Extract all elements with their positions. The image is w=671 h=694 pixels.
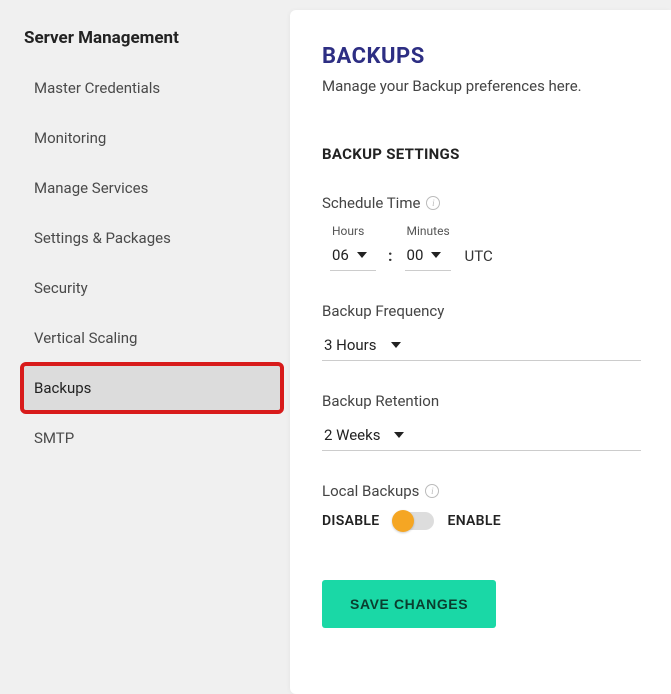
schedule-time-row: Hours 06 : Minutes 00 UTC [322, 224, 641, 271]
minutes-mini-label: Minutes [405, 224, 451, 238]
backup-retention-group: Backup Retention 2 Weeks [322, 391, 641, 451]
sidebar-item-settings-packages[interactable]: Settings & Packages [24, 216, 280, 260]
toggle-knob [392, 510, 414, 532]
chevron-down-icon [431, 252, 441, 258]
enable-label: ENABLE [448, 513, 501, 529]
info-icon[interactable]: i [426, 196, 440, 210]
sidebar-item-security[interactable]: Security [24, 266, 280, 310]
info-icon[interactable]: i [425, 484, 439, 498]
sidebar-item-manage-services[interactable]: Manage Services [24, 166, 280, 210]
local-backups-toggle[interactable] [394, 512, 434, 530]
save-changes-button[interactable]: SAVE CHANGES [322, 580, 496, 628]
backup-frequency-value: 3 Hours [324, 336, 377, 354]
schedule-time-label-text: Schedule Time [322, 194, 420, 212]
minutes-column: Minutes 00 [405, 224, 451, 271]
chevron-down-icon [391, 342, 401, 348]
minutes-select[interactable]: 00 [405, 242, 451, 271]
main-panel: BACKUPS Manage your Backup preferences h… [290, 10, 671, 694]
sidebar-item-smtp[interactable]: SMTP [24, 416, 280, 460]
timezone-label: UTC [461, 247, 493, 271]
local-backups-group: Local Backups i DISABLE ENABLE [322, 481, 641, 530]
sidebar-title: Server Management [24, 28, 280, 48]
backup-frequency-label: Backup Frequency [322, 302, 444, 320]
backup-retention-label: Backup Retention [322, 392, 439, 410]
sidebar-item-master-credentials[interactable]: Master Credentials [24, 66, 280, 110]
sidebar-item-backups[interactable]: Backups [24, 366, 280, 410]
local-backups-label-text: Local Backups [322, 482, 419, 500]
local-backups-label: Local Backups i [322, 482, 439, 500]
disable-label: DISABLE [322, 513, 380, 529]
sidebar: Server Management Master Credentials Mon… [0, 0, 290, 694]
backup-retention-select[interactable]: 2 Weeks [322, 422, 641, 451]
chevron-down-icon [394, 432, 404, 438]
chevron-down-icon [357, 252, 367, 258]
backup-retention-value: 2 Weeks [324, 426, 380, 444]
hours-column: Hours 06 [330, 224, 376, 271]
page-title: BACKUPS [322, 44, 641, 69]
sidebar-item-monitoring[interactable]: Monitoring [24, 116, 280, 160]
page-subtitle: Manage your Backup preferences here. [322, 77, 641, 95]
backup-frequency-group: Backup Frequency 3 Hours [322, 301, 641, 361]
backup-frequency-select[interactable]: 3 Hours [322, 332, 641, 361]
local-backups-toggle-row: DISABLE ENABLE [322, 512, 641, 530]
schedule-time-group: Schedule Time i Hours 06 : Minutes 00 UT… [322, 193, 641, 271]
sidebar-item-vertical-scaling[interactable]: Vertical Scaling [24, 316, 280, 360]
schedule-time-label: Schedule Time i [322, 194, 440, 212]
section-title-backup-settings: BACKUP SETTINGS [322, 145, 641, 163]
minutes-value: 00 [407, 246, 424, 264]
hours-value: 06 [332, 246, 349, 264]
hours-mini-label: Hours [330, 224, 376, 238]
hours-select[interactable]: 06 [330, 242, 376, 271]
time-separator: : [386, 246, 395, 271]
